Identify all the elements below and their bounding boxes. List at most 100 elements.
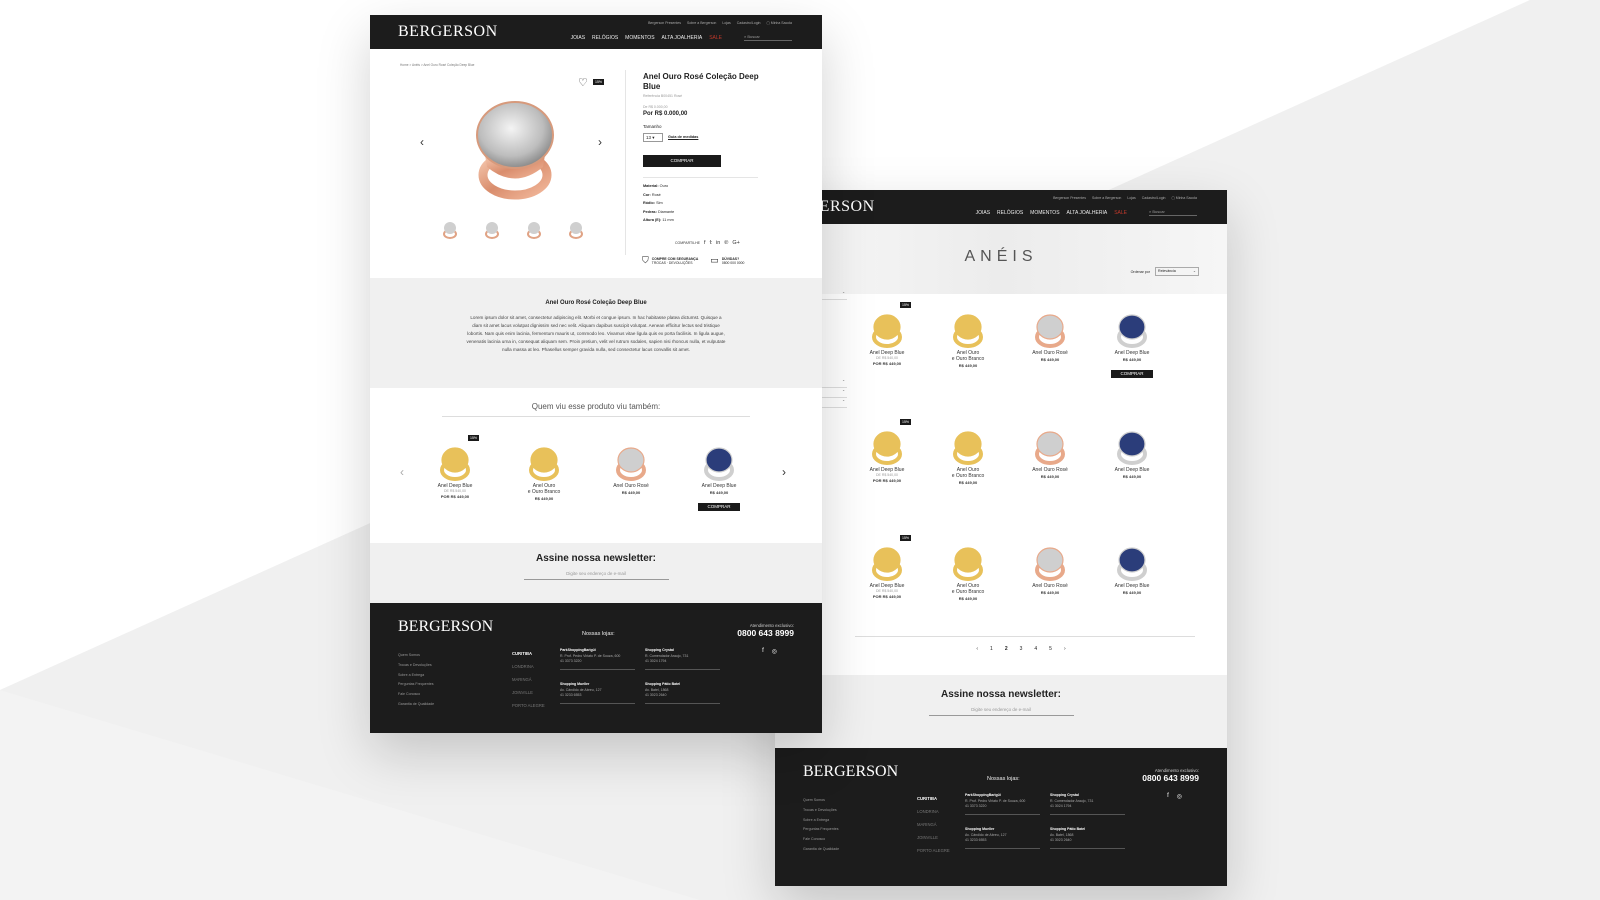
twitter-icon[interactable]: 𝕥 (709, 240, 712, 246)
buy-button[interactable]: COMPRAR (1111, 370, 1153, 378)
facebook-icon[interactable]: f (704, 240, 706, 246)
footer-link[interactable]: Perguntas Frequentes (398, 680, 434, 690)
nav-alta-joalheria[interactable]: ALTA JOALHERIA (662, 35, 703, 41)
footer-link[interactable]: Perguntas Frequentes (803, 825, 839, 835)
util-link[interactable]: Lojas (722, 21, 730, 25)
footer-link[interactable]: Trocas e Devoluções (803, 806, 839, 816)
city-tab[interactable]: LONDRINA (917, 805, 950, 818)
footer-link[interactable]: Fale Conosco (398, 690, 434, 700)
size-guide-link[interactable]: Guia de medidas (668, 135, 698, 139)
thumbnail[interactable] (440, 220, 460, 240)
thumbnail[interactable] (524, 220, 544, 240)
facebook-icon[interactable]: f (1167, 793, 1169, 800)
buy-button[interactable]: COMPRAR (698, 503, 740, 511)
nav-sale[interactable]: SALE (1114, 210, 1127, 216)
product-card[interactable]: Anel Deep Blue R$ 449,00 COMPRAR (684, 443, 754, 511)
logo[interactable]: BERGERSON (398, 23, 498, 41)
product-card[interactable]: Anel Ouro Rosé R$ 449,00 (1015, 427, 1085, 479)
util-link[interactable]: Sobre a Bergerson (687, 21, 716, 25)
nav-momentos[interactable]: MOMENTOS (625, 35, 654, 41)
footer-link[interactable]: Fale Conosco (803, 835, 839, 845)
nav-relogios[interactable]: RELÓGIOS (592, 35, 618, 41)
linkedin-icon[interactable]: in (716, 240, 720, 246)
google-plus-icon[interactable]: G+ (732, 240, 740, 246)
bag-link[interactable]: ▢ Minha Sacola (1172, 196, 1198, 200)
city-tab[interactable]: LONDRINA (512, 660, 545, 673)
footer-link[interactable]: Quem Somos (803, 796, 839, 806)
util-link[interactable]: Cadastro/Login (737, 21, 761, 25)
sort-select[interactable]: Relevância ⌄ (1155, 267, 1199, 276)
pinterest-icon[interactable]: ℗ (724, 240, 728, 246)
product-card[interactable]: Anel Ouro Rosé R$ 449,00 (1015, 543, 1085, 595)
city-tab[interactable]: PORTO ALEGRE (512, 699, 545, 712)
search-input[interactable]: ⌕ Buscar (1149, 209, 1197, 216)
thumbnail[interactable] (482, 220, 502, 240)
stores-title: Nossas lojas: (987, 776, 1020, 782)
search-input[interactable]: ⌕ Buscar (744, 34, 792, 41)
newsletter-input[interactable]: Digite seu endereço de e-mail (523, 571, 669, 580)
size-select[interactable]: 13 ▾ (643, 133, 663, 142)
product-card[interactable]: 15% Anel Deep Blue DE R$ 540,00 POR R$ 449,… (852, 535, 922, 599)
nav-alta-joalheria[interactable]: ALTA JOALHERIA (1067, 210, 1108, 216)
newsletter-input[interactable]: Digite seu endereço de e-mail (928, 707, 1074, 716)
city-tab[interactable]: MARINGÁ (512, 673, 545, 686)
thumbnail[interactable] (566, 220, 586, 240)
breadcrumb[interactable]: Home > Anéis > Anel Ouro Rosé Coleção De… (400, 63, 474, 67)
nav-relogios[interactable]: RELÓGIOS (997, 210, 1023, 216)
nav-momentos[interactable]: MOMENTOS (1030, 210, 1059, 216)
instagram-icon[interactable]: ◎ (772, 648, 777, 655)
footer-link[interactable]: Sobre a Entrega (398, 671, 434, 681)
page-link[interactable]: 3 (1020, 646, 1023, 652)
product-card[interactable]: Anel Deep Blue R$ 449,00 COMPRAR (1097, 310, 1167, 378)
related-prev-icon[interactable]: ‹ (400, 465, 404, 479)
city-tab[interactable]: PORTO ALEGRE (917, 844, 950, 857)
social-links: f ◎ (762, 648, 777, 655)
product-card[interactable]: Anel Ouro e Ouro Branco R$ 449,00 (933, 427, 1003, 485)
util-link[interactable]: Lojas (1127, 196, 1135, 200)
page-link[interactable]: 5 (1049, 646, 1052, 652)
nav-joias[interactable]: JOIAS (976, 210, 990, 216)
phone-number[interactable]: 0800 643 8999 (737, 628, 794, 638)
nav-joias[interactable]: JOIAS (571, 35, 585, 41)
city-tab[interactable]: JOINVILLE (917, 831, 950, 844)
phone-number[interactable]: 0800 643 8999 (1142, 773, 1199, 783)
product-card[interactable]: Anel Ouro e Ouro Branco R$ 449,00 (933, 310, 1003, 368)
product-card[interactable]: 15% Anel Deep Blue DE R$ 540,00 POR R$ 449,… (852, 302, 922, 366)
next-image-icon[interactable]: › (598, 135, 602, 149)
prev-page-icon[interactable]: ‹ (976, 646, 978, 652)
util-link[interactable]: Bergerson Presentes (648, 21, 681, 25)
next-page-icon[interactable]: › (1064, 646, 1066, 652)
prev-image-icon[interactable]: ‹ (420, 135, 424, 149)
product-card[interactable]: Anel Ouro Rosé R$ 449,00 (1015, 310, 1085, 362)
product-card[interactable]: Anel Ouro Rosé R$ 449,00 (596, 443, 666, 495)
footer-link[interactable]: Garantia de Qualidade (803, 845, 839, 855)
bag-link[interactable]: ▢ Minha Sacola (767, 21, 793, 25)
city-tab[interactable]: JOINVILLE (512, 686, 545, 699)
footer-link[interactable]: Sobre a Entrega (803, 816, 839, 826)
product-card[interactable]: 15% Anel Deep Blue DE R$ 540,00 POR R$ 449,… (852, 419, 922, 483)
product-card[interactable]: Anel Ouro e Ouro Branco R$ 449,00 (509, 443, 579, 501)
related-next-icon[interactable]: › (782, 465, 786, 479)
page-link[interactable]: 1 (990, 646, 993, 652)
util-link[interactable]: Sobre a Bergerson (1092, 196, 1121, 200)
footer-link[interactable]: Trocas e Devoluções (398, 661, 434, 671)
city-tab[interactable]: CURITIBA (917, 792, 950, 805)
page-link[interactable]: 4 (1034, 646, 1037, 652)
heart-icon[interactable]: ♡ (578, 76, 588, 89)
buy-button[interactable]: COMPRAR (643, 155, 721, 167)
product-card[interactable]: Anel Ouro e Ouro Branco R$ 449,00 (933, 543, 1003, 601)
product-card[interactable]: 15% Anel Deep Blue DE R$ 540,00 POR R$ 449,… (420, 435, 490, 499)
util-link[interactable]: Cadastro/Login (1142, 196, 1166, 200)
product-card[interactable]: Anel Deep Blue R$ 449,00 (1097, 427, 1167, 479)
product-title: Anel Ouro Rosé Coleção Deep Blue (643, 72, 759, 91)
util-link[interactable]: Bergerson Presentes (1053, 196, 1086, 200)
city-tab[interactable]: MARINGÁ (917, 818, 950, 831)
footer-link[interactable]: Quem Somos (398, 651, 434, 661)
instagram-icon[interactable]: ◎ (1177, 793, 1182, 800)
city-tab[interactable]: CURITIBA (512, 647, 545, 660)
nav-sale[interactable]: SALE (709, 35, 722, 41)
footer-link[interactable]: Garantia de Qualidade (398, 700, 434, 710)
product-card[interactable]: Anel Deep Blue R$ 449,00 (1097, 543, 1167, 595)
page-link-current[interactable]: 2 (1005, 646, 1008, 652)
facebook-icon[interactable]: f (762, 648, 764, 655)
